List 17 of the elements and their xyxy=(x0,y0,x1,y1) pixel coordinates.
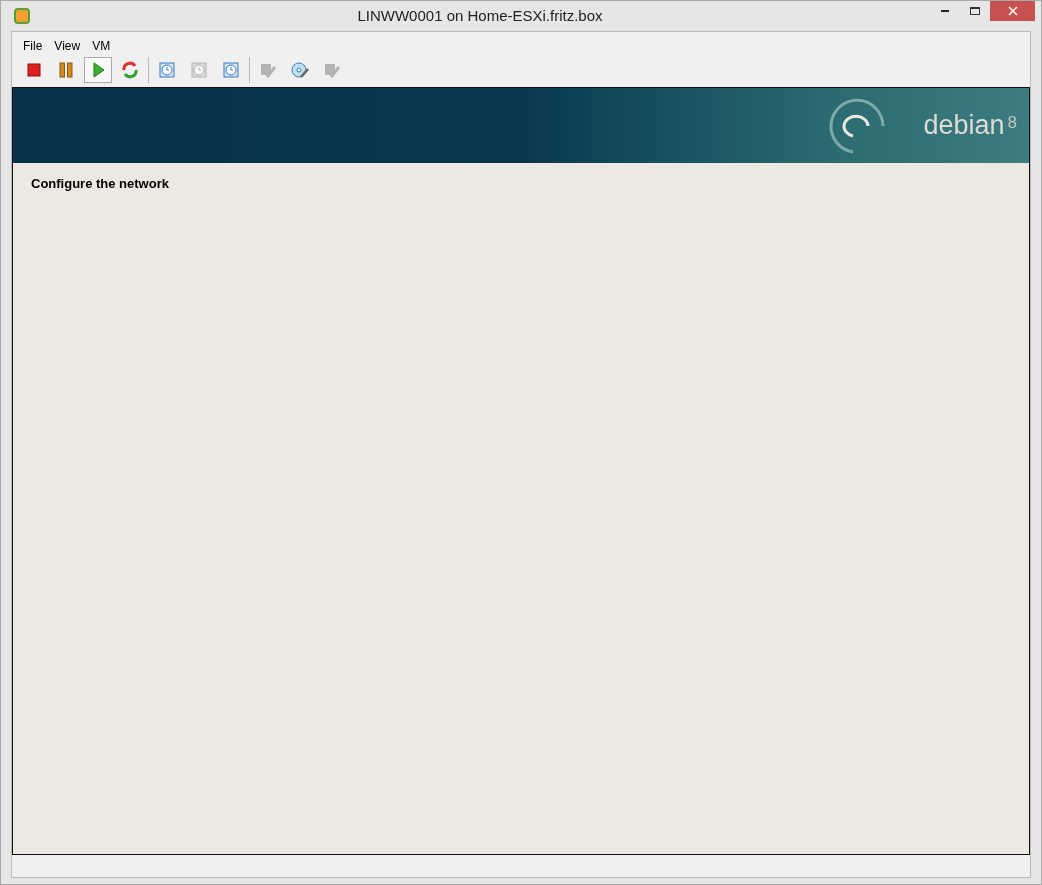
clock-icon xyxy=(190,61,208,79)
step-heading: Configure the network xyxy=(31,175,170,193)
app-icon xyxy=(14,8,30,24)
clock-icon xyxy=(158,61,176,79)
menu-item[interactable]: File xyxy=(18,37,48,55)
toolbar-button[interactable] xyxy=(84,57,112,83)
brand-name: debian xyxy=(923,112,1005,139)
menu-item[interactable]: VM xyxy=(87,37,116,55)
close-icon xyxy=(1007,6,1018,16)
refresh-icon xyxy=(121,61,139,79)
clock-icon xyxy=(222,61,240,79)
menu-item[interactable]: View xyxy=(49,37,86,55)
pause-icon xyxy=(57,61,75,79)
version-number: 8 xyxy=(1007,114,1017,131)
disc-icon xyxy=(291,61,309,79)
stop-icon xyxy=(25,61,43,79)
window-title: LINWW0001 on Home-ESXi.fritz.box xyxy=(356,5,604,26)
